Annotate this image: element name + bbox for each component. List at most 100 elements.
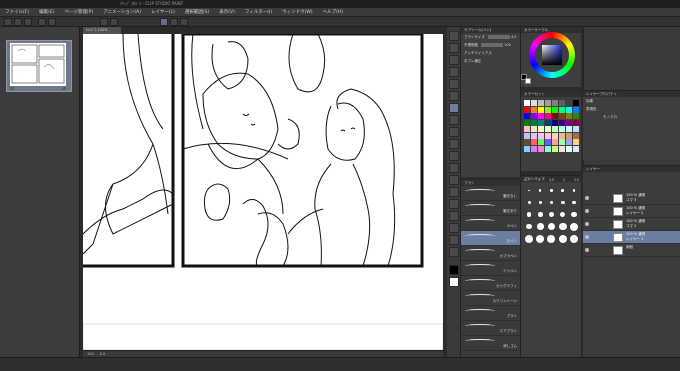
color-swatch[interactable]: [537, 132, 545, 139]
color-swatch[interactable]: [530, 106, 538, 113]
color-swatch[interactable]: [565, 139, 573, 145]
color-swatch[interactable]: [565, 132, 573, 139]
background-color-swatch[interactable]: [525, 78, 531, 84]
antialias-row[interactable]: アンチエイリアス: [461, 49, 520, 57]
balloon-tool-icon[interactable]: [449, 235, 459, 245]
menu-help[interactable]: ヘルプ(H): [318, 9, 348, 15]
brush-size-option[interactable]: [524, 221, 534, 232]
brush-item[interactable]: エアブラシ: [461, 321, 520, 336]
visibility-eye-icon[interactable]: [585, 222, 589, 226]
color-swatch[interactable]: [544, 126, 552, 132]
color-swatch[interactable]: [551, 100, 559, 106]
color-swatch[interactable]: [551, 145, 559, 152]
color-swatch[interactable]: [565, 119, 573, 126]
color-swatch[interactable]: [551, 126, 559, 132]
color-swatch[interactable]: [524, 139, 531, 145]
grid-snap-icon[interactable]: [180, 18, 188, 26]
brush-item[interactable]: 筆圧なし: [461, 186, 520, 201]
airbrush-tool-icon[interactable]: [449, 139, 459, 149]
brush-size-option[interactable]: [535, 221, 545, 232]
brush-size-option[interactable]: [569, 197, 579, 208]
layer-row[interactable]: 100 % 通常 レイヤー 1: [583, 231, 680, 244]
color-swatch[interactable]: [530, 132, 538, 139]
brush-size-option[interactable]: [558, 221, 568, 232]
brush-size-option[interactable]: [569, 209, 579, 220]
color-swatch[interactable]: [558, 119, 566, 126]
layer-row[interactable]: 100 % 通常 コマ 3: [583, 192, 680, 205]
color-swatch[interactable]: [572, 145, 579, 152]
color-swatch[interactable]: [558, 100, 566, 106]
color-swatch[interactable]: [537, 139, 545, 145]
color-swatch[interactable]: [537, 145, 545, 152]
brush-size-option[interactable]: [546, 209, 556, 220]
color-swatch[interactable]: [530, 145, 538, 152]
zoom-value[interactable]: 100: [87, 352, 94, 356]
menu-filter[interactable]: フィルター(I): [240, 9, 277, 15]
brush-size-option[interactable]: [535, 185, 545, 196]
eraser-tool-icon[interactable]: [449, 151, 459, 161]
color-swatch[interactable]: [537, 126, 545, 132]
angle-value[interactable]: 0.0: [100, 352, 106, 356]
brush-size-option[interactable]: [546, 233, 556, 244]
color-swatch[interactable]: [565, 145, 573, 152]
color-swatch[interactable]: [544, 119, 552, 126]
color-swatch[interactable]: [558, 145, 566, 152]
color-swatch[interactable]: [544, 145, 552, 152]
visibility-eye-icon[interactable]: [585, 196, 589, 200]
zoom-tool-icon[interactable]: [449, 31, 459, 41]
brush-item[interactable]: カリグラフィ: [461, 276, 520, 291]
color-swatch[interactable]: [565, 113, 573, 119]
brush-size-value[interactable]: 4.0: [511, 35, 517, 39]
brush-size-row[interactable]: ブラシサイズ 4.0: [461, 33, 520, 41]
brush-item[interactable]: 消しゴム: [461, 336, 520, 351]
hand-tool-icon[interactable]: [449, 43, 459, 53]
sub-color-swatch[interactable]: [449, 277, 459, 287]
color-swatch[interactable]: [544, 139, 552, 145]
deselect-icon[interactable]: [100, 18, 108, 26]
color-swatch[interactable]: [524, 106, 531, 113]
brush-size-option[interactable]: [535, 209, 545, 220]
color-swatch[interactable]: [558, 126, 566, 132]
brush-size-option[interactable]: [535, 197, 545, 208]
color-swatch[interactable]: [537, 119, 545, 126]
canvas-tab[interactable]: ｷｬﾝﾊﾞｽ 100%: [83, 27, 121, 34]
snap-icon[interactable]: [160, 18, 168, 26]
color-swatch[interactable]: [537, 113, 545, 119]
brush-size-option[interactable]: [524, 233, 534, 244]
brush-size-option[interactable]: [546, 221, 556, 232]
brush-size-option[interactable]: [558, 185, 568, 196]
select-tool-icon[interactable]: [449, 67, 459, 77]
color-swatch[interactable]: [572, 113, 579, 119]
brush-size-option[interactable]: [524, 185, 534, 196]
color-swatch[interactable]: [537, 106, 545, 113]
color-swatch[interactable]: [565, 106, 573, 113]
menu-selection[interactable]: 選択範囲(S): [180, 9, 214, 15]
color-swatch[interactable]: [572, 106, 579, 113]
color-swatch[interactable]: [572, 132, 579, 139]
visibility-eye-icon[interactable]: [585, 248, 589, 252]
menu-window[interactable]: ウィンドウ(W): [277, 9, 317, 15]
expression-color-select[interactable]: モノクロ: [583, 113, 680, 121]
brush-size-option[interactable]: [569, 221, 579, 232]
layer-row[interactable]: 100 % 通常 レイヤー 2: [583, 205, 680, 218]
brush-item[interactable]: ミリペン: [461, 261, 520, 276]
brush-size-slider[interactable]: [487, 35, 510, 39]
color-swatch[interactable]: [558, 113, 566, 119]
visibility-eye-icon[interactable]: [585, 235, 589, 239]
opacity-row[interactable]: 不透明度 100: [461, 41, 520, 49]
brush-item[interactable]: ブラシ: [461, 306, 520, 321]
undo-icon[interactable]: [38, 18, 46, 26]
color-swatch[interactable]: [530, 139, 538, 145]
color-swatch[interactable]: [551, 132, 559, 139]
correct-line-tool-icon[interactable]: [449, 247, 459, 257]
brush-size-option[interactable]: [535, 233, 545, 244]
color-swatch[interactable]: [544, 106, 552, 113]
drawing-canvas[interactable]: [82, 32, 444, 351]
color-swatch[interactable]: [551, 119, 559, 126]
main-color-swatch[interactable]: [449, 265, 459, 275]
lasso-tool-icon[interactable]: [449, 79, 459, 89]
color-swatch[interactable]: [524, 132, 531, 139]
saturation-value-square[interactable]: [542, 45, 562, 65]
frame-tool-icon[interactable]: [449, 199, 459, 209]
color-swatch[interactable]: [544, 100, 552, 106]
